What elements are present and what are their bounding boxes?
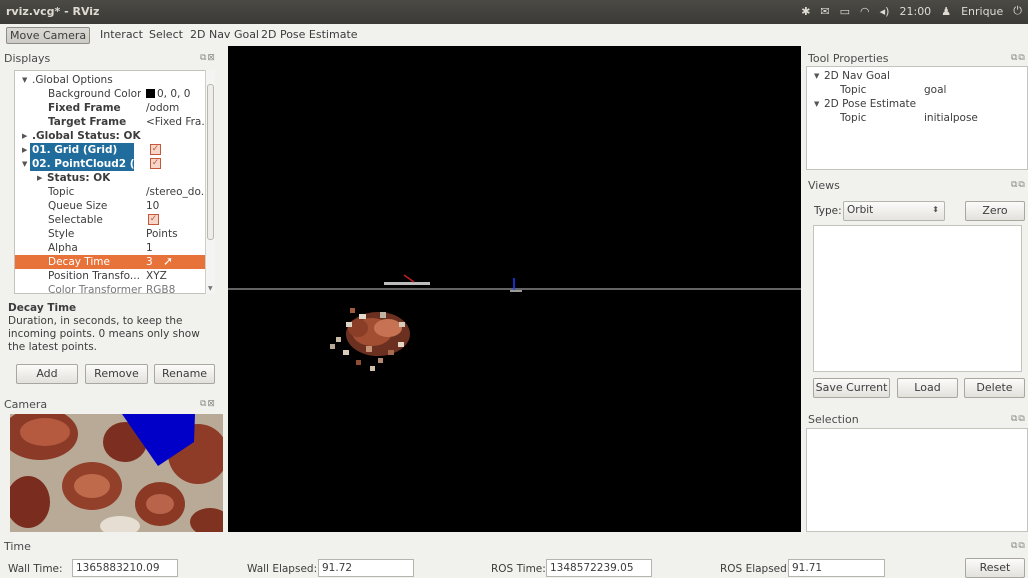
pointcloud-enabled-checkbox[interactable]: ✓ [150, 158, 161, 169]
power-icon[interactable]: ⏻ [1013, 4, 1022, 18]
selection-tree[interactable] [806, 428, 1028, 532]
tool-interact[interactable]: Interact [97, 27, 146, 44]
user-name[interactable]: Enrique [961, 5, 1003, 18]
ros-elapsed-field[interactable]: 91.71 [788, 559, 885, 577]
title-bar: rviz.vcg* - RViz ✱ ✉ ▭ ◠ ◂) 21:00 ♟ Enri… [0, 0, 1028, 24]
tool-move-camera[interactable]: Move Camera [6, 27, 91, 44]
tool-select[interactable]: Select [146, 27, 186, 44]
displays-scrollbar[interactable]: ▼ [205, 70, 215, 294]
scroll-down-icon[interactable]: ▼ [208, 285, 213, 292]
mouse-cursor-icon: ➚ [163, 254, 174, 268]
axis-x-red [403, 274, 415, 283]
mail-icon[interactable]: ✉ [820, 5, 829, 18]
camera-panel-title: Camera [4, 398, 48, 411]
dropdown-arrows-icon: ⬍ [932, 205, 939, 214]
tree-row-grid[interactable]: ▶ 01. Grid (Grid) ✓ [15, 143, 205, 157]
panel-float-icon[interactable]: ⧉⧉ [1011, 541, 1026, 551]
reset-time-button[interactable]: Reset [965, 558, 1025, 578]
panel-float-close-icon[interactable]: ⧉⊠ [200, 53, 216, 63]
view-type-label: Type: [814, 205, 842, 217]
panel-float-icon[interactable]: ⧉⧉ [1011, 180, 1026, 190]
clock[interactable]: 21:00 [899, 5, 931, 18]
tree-row-color-transformer[interactable]: Color Transformer RGB8 [15, 283, 205, 293]
expand-right-icon[interactable]: ▶ [22, 129, 27, 143]
remove-display-button[interactable]: Remove [85, 364, 148, 384]
origin-label [510, 290, 522, 292]
tree-row-global-options[interactable]: ▼ .Global Options [15, 73, 205, 87]
expand-right-icon[interactable]: ▶ [37, 171, 42, 185]
expand-down-icon[interactable]: ▼ [22, 73, 27, 87]
saved-views-list[interactable] [813, 225, 1022, 372]
delete-view-button[interactable]: Delete [964, 378, 1025, 398]
view-type-select[interactable]: Orbit ⬍ [843, 201, 945, 221]
tool-properties-tree[interactable]: ▼ 2D Nav Goal Topic goal ▼ 2D Pose Estim… [806, 66, 1028, 170]
description-title: Decay Time [8, 302, 77, 314]
grid-enabled-checkbox[interactable]: ✓ [150, 144, 161, 155]
tree-row-status[interactable]: ▶ Status: OK [15, 171, 205, 185]
tool-bar: Move Camera Interact Select 2D Nav Goal … [0, 24, 1028, 46]
tree-row-nav-topic[interactable]: Topic goal [807, 83, 1027, 97]
tree-row-style[interactable]: Style Points [15, 227, 205, 241]
wall-elapsed-field[interactable]: 91.72 [318, 559, 414, 577]
expand-down-icon[interactable]: ▼ [814, 69, 819, 83]
ros-elapsed-label: ROS Elapsed: [720, 563, 791, 575]
rename-display-button[interactable]: Rename [154, 364, 215, 384]
tree-row-alpha[interactable]: Alpha 1 [15, 241, 205, 255]
expand-down-icon[interactable]: ▼ [814, 97, 819, 111]
tree-row-target-frame[interactable]: Target Frame <Fixed Fra.. [15, 115, 205, 129]
point-cloud [330, 308, 410, 371]
displays-tree[interactable]: ▼ .Global Options Background Color 0, 0,… [14, 70, 206, 294]
views-panel-title: Views [808, 179, 840, 192]
save-current-view-button[interactable]: Save Current [813, 378, 890, 398]
panel-float-icon[interactable]: ⧉⧉ [1011, 414, 1026, 424]
wall-time-field[interactable]: 1365883210.09 [72, 559, 178, 577]
expand-down-icon[interactable]: ▼ [22, 157, 27, 171]
ros-time-field[interactable]: 1348572239.05 [546, 559, 652, 577]
tree-row-2d-nav-goal[interactable]: ▼ 2D Nav Goal [807, 69, 1027, 83]
color-swatch[interactable] [146, 89, 155, 98]
tool-2d-pose-estimate[interactable]: 2D Pose Estimate [258, 27, 361, 44]
selectable-checkbox[interactable]: ✓ [148, 214, 159, 225]
3d-render-viewport[interactable] [228, 46, 801, 532]
volume-icon[interactable]: ◂) [880, 5, 890, 18]
user-icon: ♟ [941, 4, 952, 18]
add-display-button[interactable]: Add [16, 364, 78, 384]
tree-row-pointcloud2[interactable]: ▼ 02. PointCloud2 (P... ✓ [15, 157, 205, 171]
wifi-icon[interactable]: ◠ [860, 5, 870, 18]
load-view-button[interactable]: Load [897, 378, 958, 398]
tree-row-position-transformer[interactable]: Position Transfo... XYZ [15, 269, 205, 283]
tree-row-background-color[interactable]: Background Color 0, 0, 0 [15, 87, 205, 101]
tree-row-topic[interactable]: Topic /stereo_do.. [15, 185, 205, 199]
tree-row-selectable[interactable]: Selectable ✓ [15, 213, 205, 227]
tree-row-fixed-frame[interactable]: Fixed Frame /odom [15, 101, 205, 115]
wall-time-label: Wall Time: [8, 563, 63, 575]
camera-image [10, 414, 223, 532]
tree-row-global-status[interactable]: ▶ .Global Status: OK [15, 129, 205, 143]
panel-float-close-icon[interactable]: ⧉⊠ [200, 399, 216, 409]
window-title: rviz.vcg* - RViz [6, 5, 100, 18]
tree-row-queue-size[interactable]: Queue Size 10 [15, 199, 205, 213]
tree-row-2d-pose-estimate[interactable]: ▼ 2D Pose Estimate [807, 97, 1027, 111]
description-text: Duration, in seconds, to keep the incomi… [8, 315, 200, 353]
time-panel-title: Time [4, 540, 31, 553]
expand-right-icon[interactable]: ▶ [22, 143, 27, 157]
property-description: Decay Time Duration, in seconds, to keep… [8, 302, 218, 358]
displays-panel-title: Displays [4, 52, 51, 65]
scrollbar-thumb[interactable] [207, 84, 214, 240]
tree-row-decay-time[interactable]: Decay Time 3 ➚ [15, 254, 205, 269]
tool-2d-nav-goal[interactable]: 2D Nav Goal [187, 27, 262, 44]
frame-label [384, 282, 430, 285]
tree-row-pose-topic[interactable]: Topic initialpose [807, 111, 1027, 125]
wall-elapsed-label: Wall Elapsed: [247, 563, 318, 575]
zero-view-button[interactable]: Zero [965, 201, 1025, 221]
selection-panel-title: Selection [808, 413, 859, 426]
system-tray: ✱ ✉ ▭ ◠ ◂) 21:00 ♟ Enrique ⏻ [801, 4, 1022, 18]
tool-properties-title: Tool Properties [808, 52, 889, 65]
ros-time-label: ROS Time: [491, 563, 546, 575]
bluetooth-icon[interactable]: ✱ [801, 5, 810, 18]
panel-float-icon[interactable]: ⧉⧉ [1011, 53, 1026, 63]
scene [228, 274, 801, 371]
camera-feed [10, 414, 223, 532]
battery-icon[interactable]: ▭ [840, 5, 850, 18]
